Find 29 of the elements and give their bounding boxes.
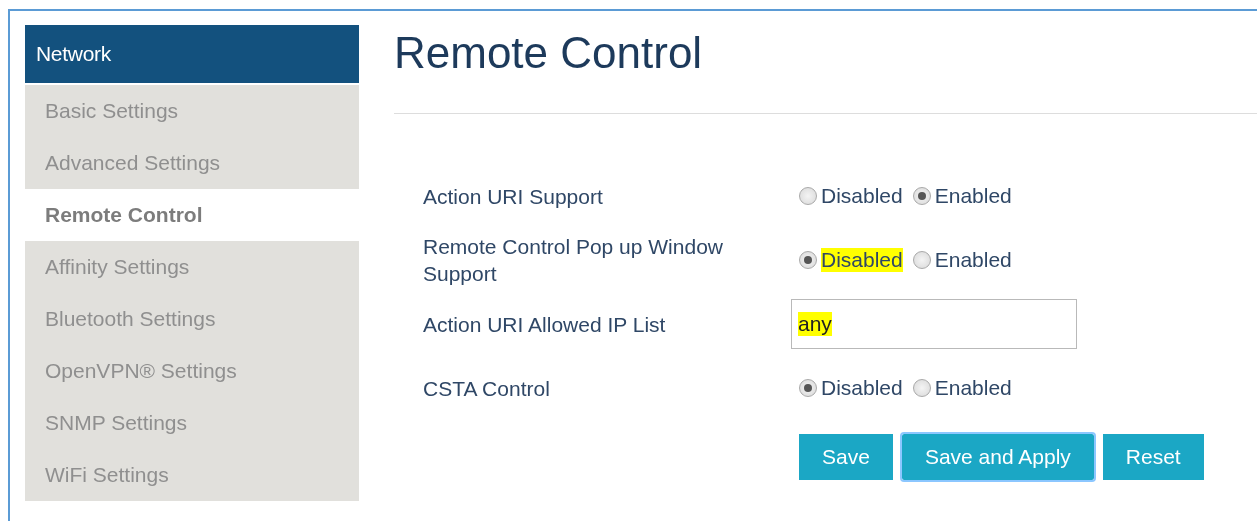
sidebar-header: Network [25,25,359,83]
radio-button[interactable] [912,187,931,205]
option-label: Disabled [821,376,903,400]
action-button[interactable]: Save [799,434,893,480]
radio-button[interactable] [912,251,931,269]
option-label: Enabled [934,184,1012,208]
field-label: Remote Control Pop up Window Support [423,234,724,287]
sidebar-item[interactable]: Advanced Settings [25,137,359,189]
field-label: Action URI Allowed IP List [423,311,667,338]
action-button[interactable]: Reset [1102,434,1204,480]
sidebar-item[interactable]: Affinity Settings [25,241,359,293]
option-label: Disabled [821,184,903,208]
action-button[interactable]: Save and Apply [901,434,1094,480]
sidebar-item[interactable]: WiFi Settings [25,449,359,501]
radio-button[interactable] [799,187,817,205]
field-label: CSTA Control [423,375,551,402]
sidebar-item[interactable]: OpenVPN® Settings [25,345,359,397]
sidebar-item[interactable]: Basic Settings [25,85,359,137]
option-label: Enabled [934,248,1012,272]
radio-button[interactable] [799,251,817,269]
sidebar-item[interactable]: SNMP Settings [25,397,359,449]
option-label: Enabled [934,376,1012,400]
radio-button[interactable] [912,379,931,397]
page-title: Remote Control [394,27,703,79]
field-label: Action URI Support [423,183,604,210]
radio-button[interactable] [799,379,817,397]
option-label: Disabled [821,248,903,272]
input-field[interactable]: any [791,299,1077,349]
sidebar-item[interactable]: Bluetooth Settings [25,293,359,345]
